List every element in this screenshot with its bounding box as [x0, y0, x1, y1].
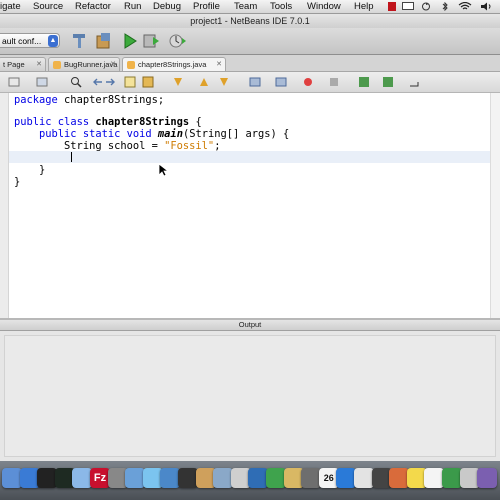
next-bookmark-icon[interactable] — [198, 76, 210, 88]
window-title: project1 - NetBeans IDE 7.0.1 — [190, 16, 310, 26]
output-content[interactable] — [4, 335, 496, 457]
history-icon[interactable] — [36, 76, 48, 88]
code-line-1: package chapter8Strings; — [14, 94, 164, 106]
tab-chapter8strings[interactable]: chapter8Strings.java ✕ — [122, 57, 226, 71]
keyword: class — [51, 116, 96, 128]
tab-start-page[interactable]: t Page ✕ — [0, 57, 46, 71]
tab-label: t Page — [3, 60, 25, 69]
output-panel-header: Output — [0, 320, 500, 331]
code-line-4: public static void main(String[] args) { — [14, 128, 289, 140]
close-icon[interactable]: ✕ — [36, 58, 42, 72]
wifi-icon[interactable] — [458, 2, 472, 11]
line-gutter — [0, 93, 9, 318]
source-view-icon[interactable] — [8, 76, 20, 88]
forward-icon[interactable] — [104, 76, 116, 88]
sync-status-icon[interactable] — [420, 2, 432, 11]
menu-refactor[interactable]: Refactor — [75, 0, 111, 13]
stop-macro-icon[interactable] — [328, 76, 340, 88]
uncomment-icon[interactable] — [382, 76, 394, 88]
code-text: String school = — [14, 140, 165, 152]
keyword: public — [14, 116, 52, 128]
dock: Fz 26 — [0, 468, 500, 494]
editor-tab-bar: t Page ✕ BugRunner.java ✕ chapter8String… — [0, 55, 500, 72]
code-line-3: public class chapter8Strings { — [14, 116, 202, 128]
text-caret — [71, 152, 72, 162]
java-file-icon — [53, 61, 61, 70]
menu-debug[interactable]: Debug — [153, 0, 181, 13]
menu-run[interactable]: Run — [124, 0, 141, 13]
bookmark-icon[interactable] — [218, 76, 230, 88]
code-text: { — [189, 116, 202, 128]
class-name: chapter8Strings — [95, 116, 190, 128]
keyword: package — [14, 94, 58, 106]
menu-team[interactable]: Team — [234, 0, 257, 13]
window-title-bar: project1 - NetBeans IDE 7.0.1 — [0, 14, 500, 28]
profile-icon[interactable] — [168, 32, 186, 50]
expand-icon[interactable] — [408, 76, 420, 88]
editor-toolbar — [0, 72, 500, 93]
comment-icon[interactable] — [358, 76, 370, 88]
output-title: Output — [238, 320, 262, 329]
toggle-bookmark-icon[interactable] — [142, 76, 154, 88]
clean-hammer-icon[interactable] — [70, 32, 88, 50]
code-line-5: String school = "Fossil"; — [14, 140, 220, 152]
volume-icon[interactable] — [480, 2, 494, 11]
main-toolbar: ault conf... ▲ — [0, 28, 500, 55]
shift-left-icon[interactable] — [249, 76, 261, 88]
start-macro-icon[interactable] — [302, 76, 314, 88]
back-icon[interactable] — [92, 76, 104, 88]
keyword: void — [120, 128, 158, 140]
shift-right-icon[interactable] — [275, 76, 287, 88]
menu-help[interactable]: Help — [354, 0, 374, 13]
code-text: ; — [214, 140, 221, 152]
previous-bookmark-icon[interactable] — [172, 76, 184, 88]
output-panel — [0, 331, 500, 461]
method-name: main — [157, 128, 183, 140]
editor-scrollbar[interactable] — [490, 93, 500, 318]
xcode-icon[interactable] — [477, 468, 498, 488]
keyword: public — [39, 128, 77, 140]
menu-tools[interactable]: Tools — [270, 0, 292, 13]
string-literal: "Fossil" — [164, 140, 215, 152]
mouse-cursor-icon — [158, 163, 170, 177]
java-file-icon — [127, 61, 135, 70]
configuration-value: ault conf... — [2, 36, 42, 46]
menu-bar: igate Source Refactor Run Debug Profile … — [0, 0, 500, 14]
code-editor[interactable]: package chapter8Strings; public class ch… — [0, 93, 500, 318]
code-line-8: } — [14, 176, 21, 188]
close-icon[interactable]: ✕ — [216, 58, 222, 72]
tab-label: chapter8Strings.java — [138, 60, 207, 69]
run-icon[interactable] — [121, 32, 139, 50]
display-icon[interactable] — [402, 2, 414, 11]
dock-area: Fz 26 — [0, 461, 500, 500]
menu-window[interactable]: Window — [307, 0, 341, 13]
keyword: static — [76, 128, 121, 140]
configuration-select[interactable]: ault conf... ▲ — [0, 33, 60, 48]
current-line-highlight — [9, 151, 500, 163]
tab-bugrunner[interactable]: BugRunner.java ✕ — [48, 57, 120, 71]
bluetooth-icon[interactable] — [440, 2, 450, 11]
toggle-highlight-icon[interactable] — [124, 76, 136, 88]
menu-profile[interactable]: Profile — [193, 0, 220, 13]
build-icon[interactable] — [95, 32, 113, 50]
code-text: (String[] args) { — [182, 128, 290, 140]
code-line-7: } — [14, 164, 46, 176]
close-icon[interactable]: ✕ — [110, 58, 116, 72]
debug-icon[interactable] — [142, 32, 160, 50]
menu-source[interactable]: Source — [33, 0, 63, 13]
menu-navigate[interactable]: igate — [0, 0, 21, 13]
chevron-down-icon[interactable]: ▲ — [48, 35, 58, 47]
code-text: chapter8Strings; — [57, 94, 165, 106]
recording-icon[interactable] — [388, 2, 396, 11]
find-icon[interactable] — [70, 76, 82, 88]
